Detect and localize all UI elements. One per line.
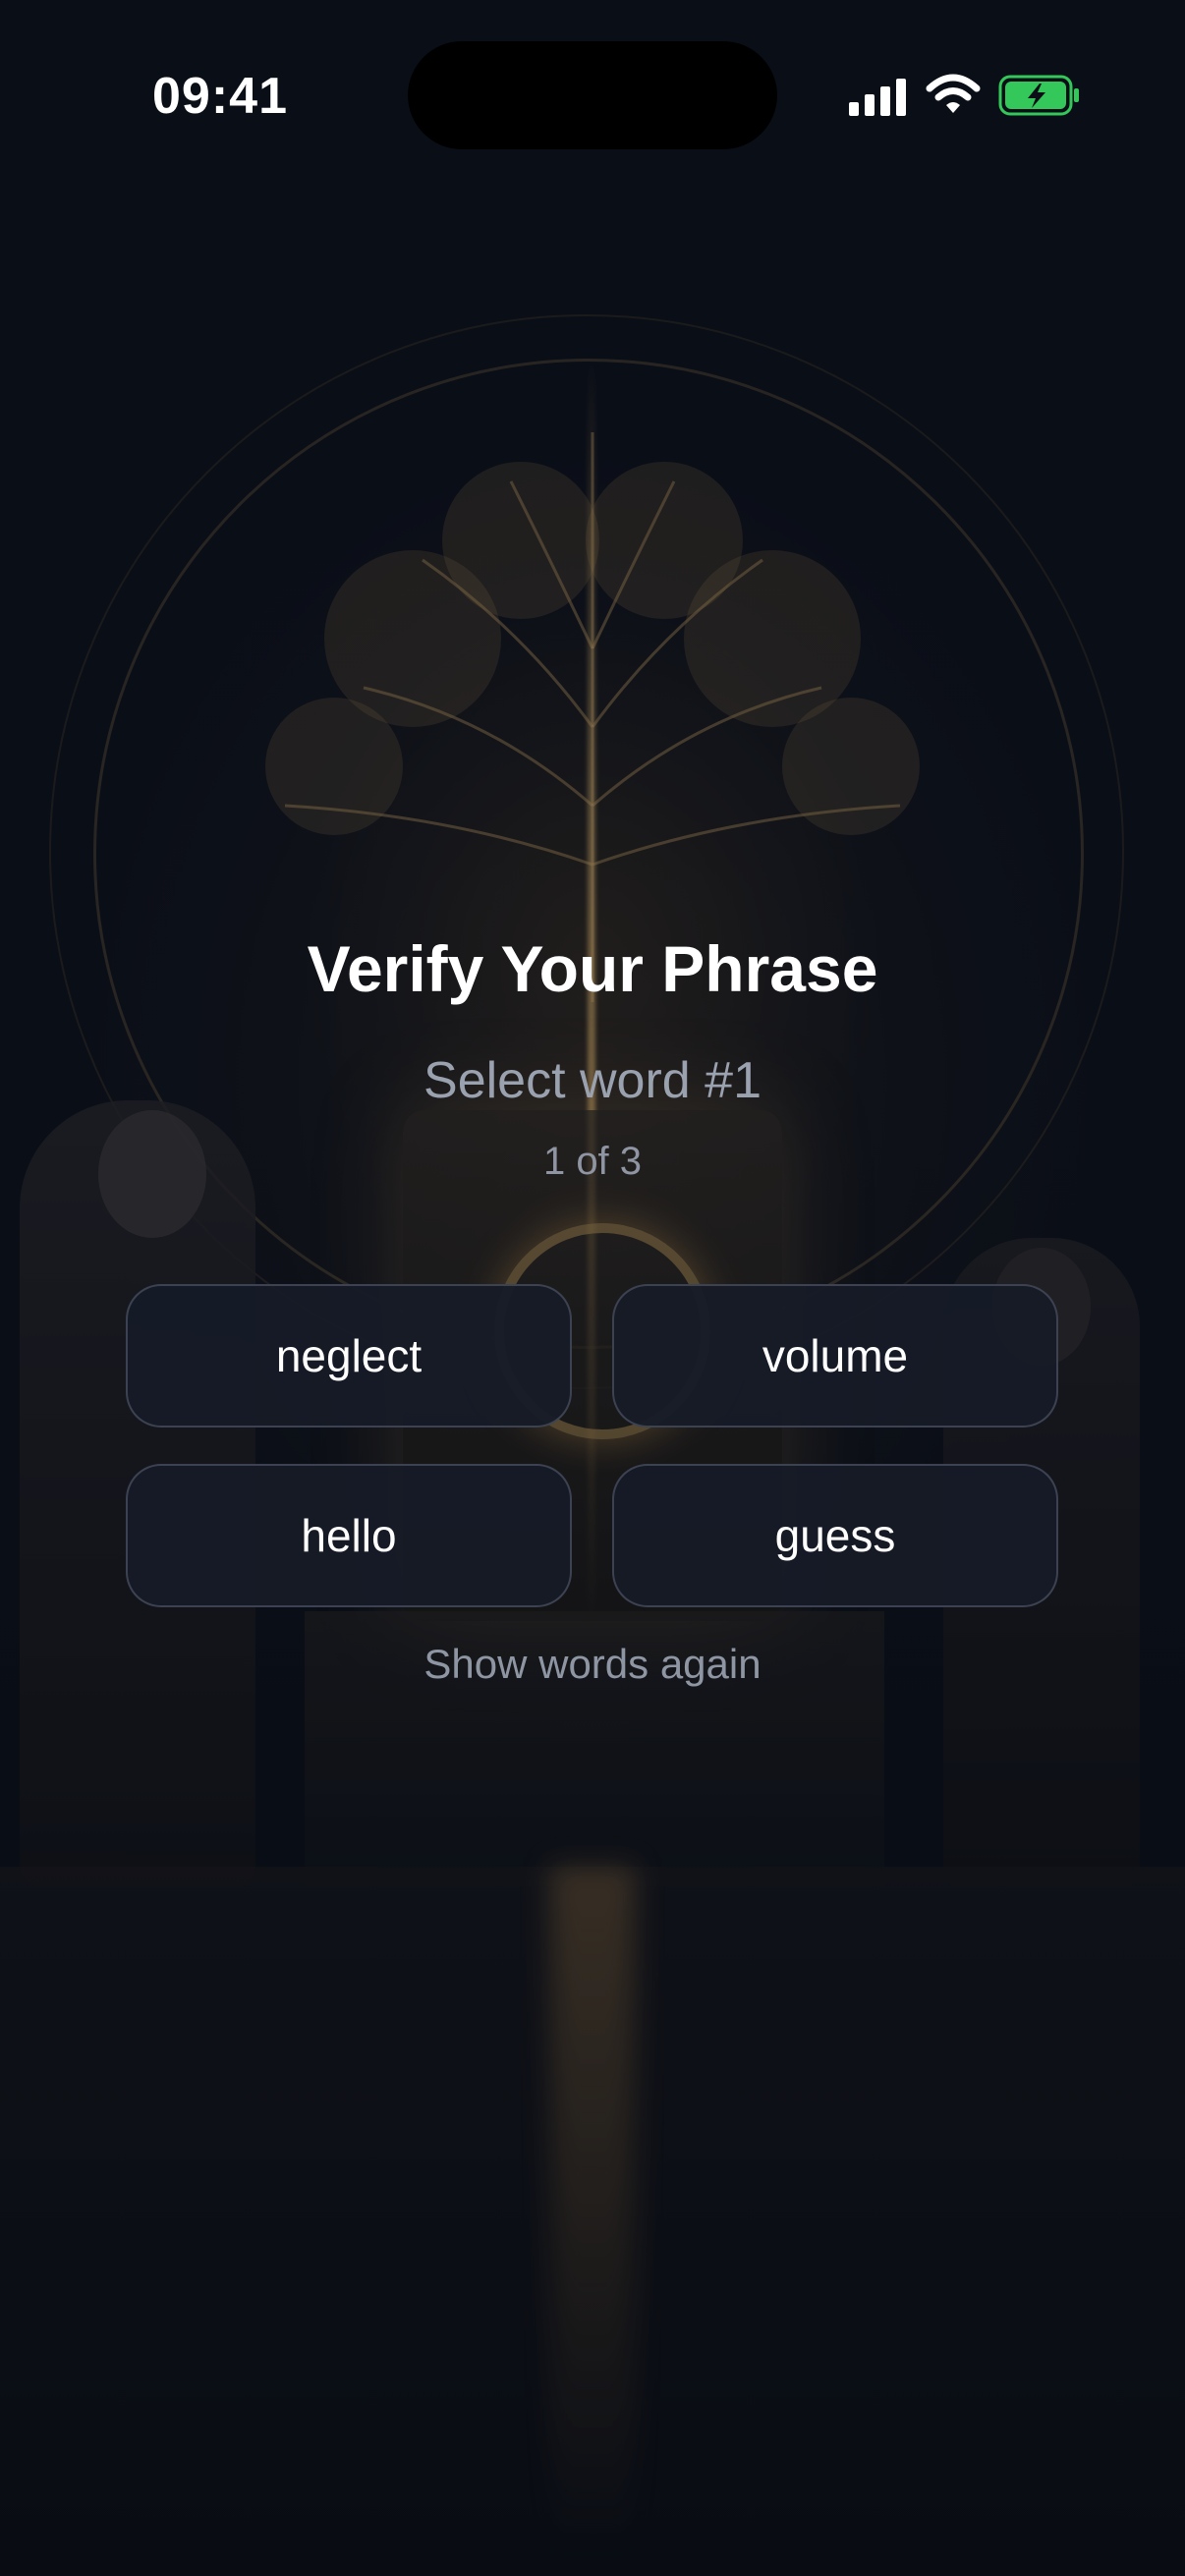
word-option-guess[interactable]: guess bbox=[612, 1464, 1058, 1607]
battery-charging-icon bbox=[998, 75, 1079, 116]
page-title: Verify Your Phrase bbox=[307, 932, 878, 1005]
progress-indicator: 1 of 3 bbox=[542, 1140, 643, 1183]
word-prompt: Select word #1 bbox=[423, 1052, 762, 1109]
dynamic-island bbox=[408, 41, 777, 149]
verify-phrase-screen: 09:41 Verify Your Phrase Select word #1 … bbox=[0, 0, 1185, 2576]
status-time: 09:41 bbox=[152, 68, 288, 125]
word-option-volume[interactable]: volume bbox=[612, 1284, 1058, 1428]
show-words-again-link[interactable]: Show words again bbox=[0, 1641, 1185, 1688]
signal-icon bbox=[849, 79, 906, 116]
word-option-hello[interactable]: hello bbox=[126, 1464, 572, 1607]
wifi-icon bbox=[926, 74, 981, 113]
word-option-neglect[interactable]: neglect bbox=[126, 1284, 572, 1428]
